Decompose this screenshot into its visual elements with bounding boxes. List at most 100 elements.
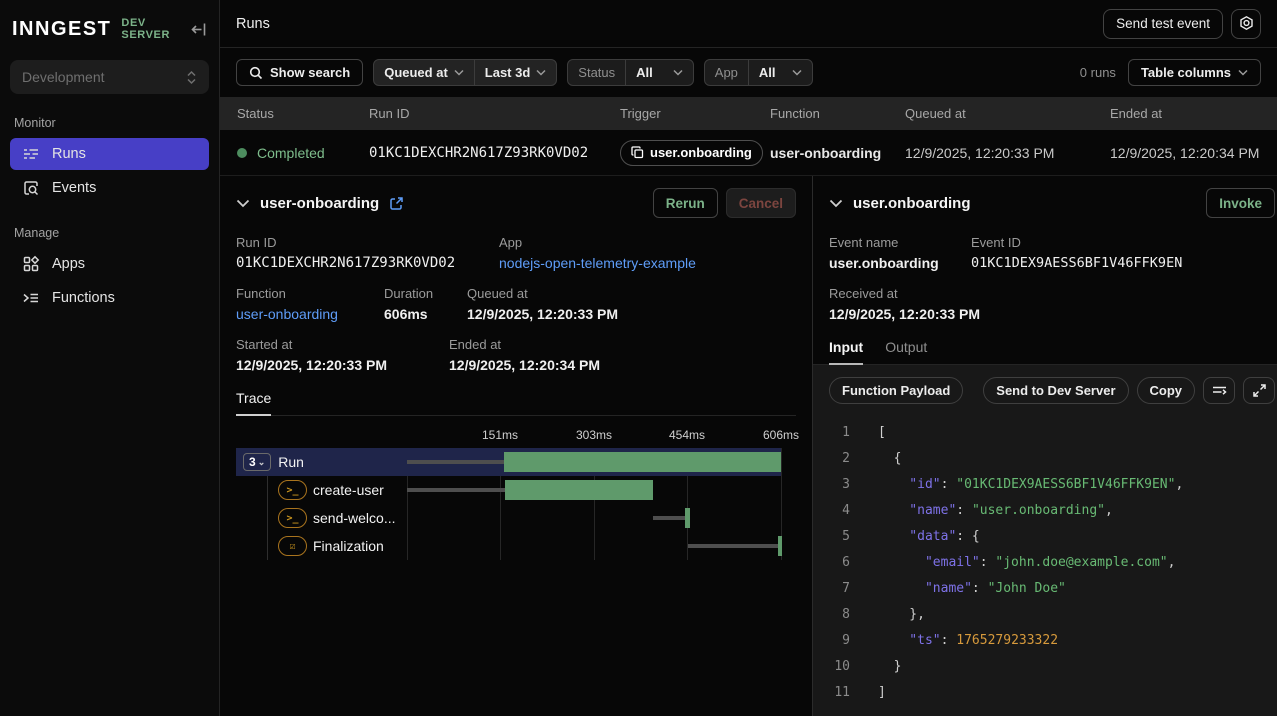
code-line: 8 }, [813, 602, 1277, 628]
chevron-down-icon [792, 69, 802, 76]
trace-row[interactable]: >_ create-user [236, 476, 781, 504]
function-payload-badge[interactable]: Function Payload [829, 377, 963, 404]
invoke-button[interactable]: Invoke [1206, 188, 1275, 218]
duration-label: Duration [384, 286, 467, 301]
function-name: user-onboarding [770, 145, 905, 161]
code-lines: 1[2 {3 "id": "01KC1DEX9AESS6BF1V46FFK9EN… [813, 420, 1277, 706]
apps-icon [22, 255, 40, 273]
column-header: Ended at [1110, 106, 1277, 121]
chevron-down-icon [673, 69, 683, 76]
event-panel-title: user.onboarding [853, 195, 971, 212]
event-id-value: 01KC1DEX9AESS6BF1V46FFK9EN [971, 255, 1182, 271]
time-filter: Queued at Last 3d [373, 59, 557, 86]
tab-input[interactable]: Input [829, 339, 863, 365]
function-link[interactable]: user-onboarding [236, 306, 384, 322]
span-bar[interactable] [685, 508, 690, 528]
page-title: Runs [236, 16, 270, 32]
tab-output[interactable]: Output [885, 339, 927, 364]
line-number: 10 [813, 654, 850, 680]
code-line: 4 "name": "user.onboarding", [813, 498, 1277, 524]
trace-axis: 151ms303ms454ms606ms [236, 428, 796, 448]
span-bar[interactable] [778, 536, 782, 556]
send-test-event-button[interactable]: Send test event [1103, 9, 1223, 39]
queue-wait-line [407, 488, 505, 492]
trigger-pill[interactable]: user.onboarding [620, 140, 763, 166]
started-at-label: Started at [236, 337, 449, 352]
ended-at-label: Ended at [449, 337, 600, 352]
table-columns-button[interactable]: Table columns [1128, 59, 1261, 86]
finalization-check-icon: ☑ [278, 536, 307, 556]
detail-panels: user-onboarding Rerun Cancel Run I [220, 176, 1277, 716]
trigger-name: user.onboarding [650, 145, 752, 160]
sidebar-item-events[interactable]: Events [10, 172, 209, 204]
column-header: Run ID [369, 106, 620, 121]
trace-row[interactable]: 3⌄ Run [236, 448, 781, 476]
trace-row[interactable]: >_send-welco... [236, 504, 781, 532]
sidebar-item-apps[interactable]: Apps [10, 248, 209, 280]
duration-value: 606ms [384, 306, 467, 322]
collapse-sidebar-icon[interactable] [190, 21, 207, 38]
environment-select[interactable]: Development [10, 60, 209, 94]
table-header: StatusRun IDTriggerFunctionQueued atEnde… [220, 97, 1277, 130]
sidebar-item-functions[interactable]: Functions [10, 282, 209, 314]
trace-row[interactable]: ☑Finalization [236, 532, 781, 560]
app-label: App [499, 235, 696, 250]
column-header: Status [237, 106, 369, 121]
line-number: 3 [813, 472, 850, 498]
app-link[interactable]: nodejs-open-telemetry-example [499, 255, 696, 271]
terminal-step-icon: >_ [278, 480, 307, 500]
line-number: 1 [813, 420, 850, 446]
sidebar-item-label: Runs [52, 146, 86, 162]
sidebar-item-runs[interactable]: Runs [10, 138, 209, 170]
external-link-icon[interactable] [389, 196, 404, 211]
trace-rows: 3⌄ Run >_ create-user >_send-welco...☑Finali… [236, 448, 781, 560]
detail-queued-at: 12/9/2025, 12:20:33 PM [467, 306, 618, 322]
copy-button[interactable]: Copy [1137, 377, 1196, 404]
status-filter[interactable]: Status All [567, 59, 693, 86]
trace-row-name: Run [278, 454, 304, 470]
expand-icon[interactable] [1243, 377, 1275, 404]
span-bar[interactable] [504, 452, 781, 472]
wrap-lines-icon[interactable] [1203, 377, 1235, 404]
trace-row-name: create-user [313, 482, 384, 498]
chevron-down-icon [1238, 69, 1248, 76]
select-updown-icon [186, 70, 197, 85]
line-number: 7 [813, 576, 850, 602]
chevron-down-icon [536, 69, 546, 76]
step-count-badge[interactable]: 3⌄ [243, 453, 271, 471]
collapse-run-chevron-icon[interactable] [236, 199, 250, 208]
show-search-button[interactable]: Show search [236, 59, 363, 86]
time-range-dropdown[interactable]: Last 3d [475, 60, 557, 85]
app-filter[interactable]: App All [704, 59, 813, 86]
dev-server-badge: DEV SERVER [121, 17, 190, 41]
line-number: 8 [813, 602, 850, 628]
table-row[interactable]: Completed 01KC1DEXCHR2N617Z93RK0VD02 use… [220, 130, 1277, 176]
status-filter-value: All [626, 60, 693, 85]
line-number: 11 [813, 680, 850, 706]
environment-value: Development [22, 69, 105, 85]
settings-button[interactable] [1231, 9, 1261, 39]
code-line: 11] [813, 680, 1277, 706]
received-at-value: 12/9/2025, 12:20:33 PM [829, 306, 980, 322]
tab-trace[interactable]: Trace [236, 390, 271, 416]
code-line: 9 "ts": 1765279233322 [813, 628, 1277, 654]
code-line: 5 "data": { [813, 524, 1277, 550]
collapse-event-chevron-icon[interactable] [829, 199, 843, 208]
code-line: 2 { [813, 446, 1277, 472]
send-to-dev-server-button[interactable]: Send to Dev Server [983, 377, 1128, 404]
time-field-dropdown[interactable]: Queued at [374, 60, 474, 85]
axis-tick-label: 606ms [763, 428, 799, 442]
queue-wait-line [688, 544, 778, 548]
span-bar[interactable] [505, 480, 653, 500]
gear-icon [1238, 15, 1255, 32]
chevron-down-icon [454, 69, 464, 76]
code-line: 7 "name": "John Doe" [813, 576, 1277, 602]
detail-ended-at: 12/9/2025, 12:20:34 PM [449, 357, 600, 373]
payload-code: 1[2 {3 "id": "01KC1DEX9AESS6BF1V46FFK9EN… [813, 414, 1277, 716]
events-icon [22, 179, 40, 197]
rerun-button[interactable]: Rerun [653, 188, 718, 218]
column-header: Queued at [905, 106, 1110, 121]
filter-bar: Show search Queued at Last 3d [220, 48, 1277, 97]
sidebar-item-label: Functions [52, 290, 115, 306]
status-filter-label: Status [568, 60, 625, 85]
